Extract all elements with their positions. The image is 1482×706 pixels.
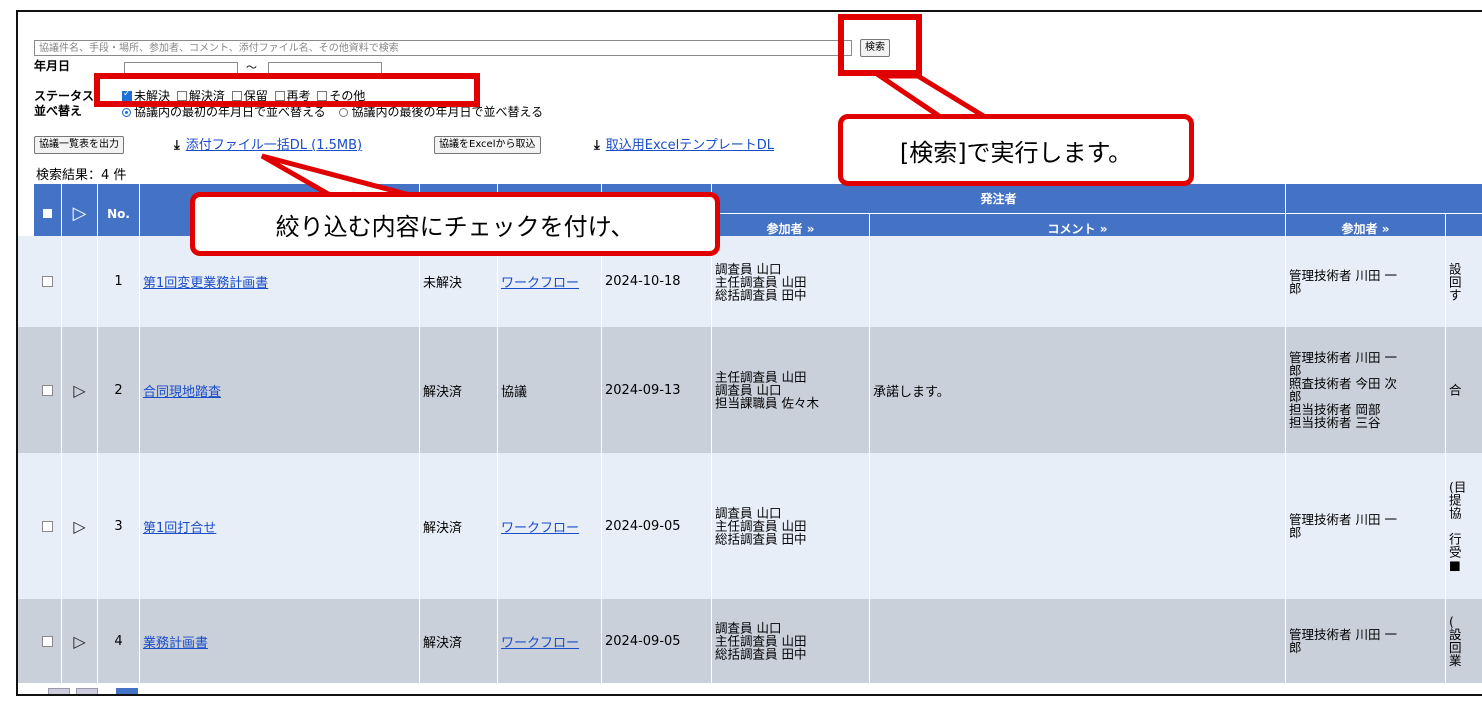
filter-callout: 絞り込む内容にチェックを付け、	[190, 192, 720, 256]
filter-callout-pointer	[260, 153, 411, 198]
callout-pointers	[260, 73, 999, 198]
search-callout: [検索]で実行します。	[838, 114, 1194, 186]
